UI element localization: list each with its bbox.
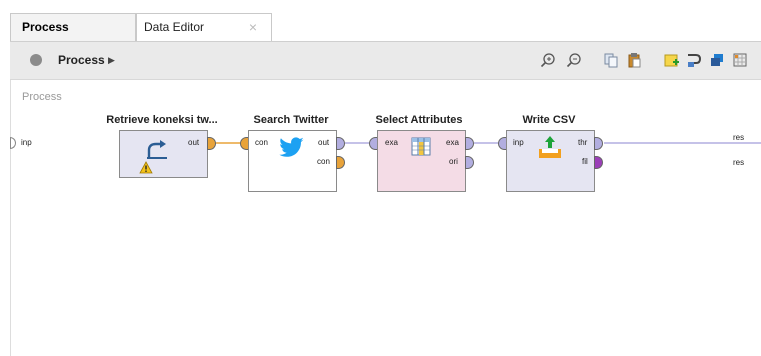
export-icon <box>539 136 561 158</box>
retrieve-out-label: out <box>188 138 200 147</box>
operator-title-select-attributes: Select Attributes <box>375 114 463 126</box>
write-fil-out-label: fil <box>582 157 588 166</box>
warning-icon[interactable] <box>139 161 153 174</box>
twitter-con-in-label: con <box>255 138 268 147</box>
twitter-con-out-label: con <box>317 157 330 166</box>
retrieve-icon <box>147 140 167 159</box>
process-result-label-2: res <box>733 158 745 167</box>
process-result-label-1: res <box>733 133 745 142</box>
operator-title-retrieve: Retrieve koneksi tw... <box>106 114 218 126</box>
process-input-label: inp <box>21 138 32 147</box>
twitter-out-label: out <box>318 138 330 147</box>
write-thr-out-label: thr <box>578 138 588 147</box>
write-inp-in-label: inp <box>513 138 524 147</box>
twitter-bird-icon <box>279 137 304 157</box>
select-exa-in-label: exa <box>385 138 398 147</box>
select-ori-out-label: ori <box>449 157 458 166</box>
select-exa-out-label: exa <box>446 138 459 147</box>
table-columns-icon <box>411 137 431 156</box>
operator-title-write-csv: Write CSV <box>522 114 576 126</box>
operator-title-search-twitter: Search Twitter <box>253 114 329 126</box>
